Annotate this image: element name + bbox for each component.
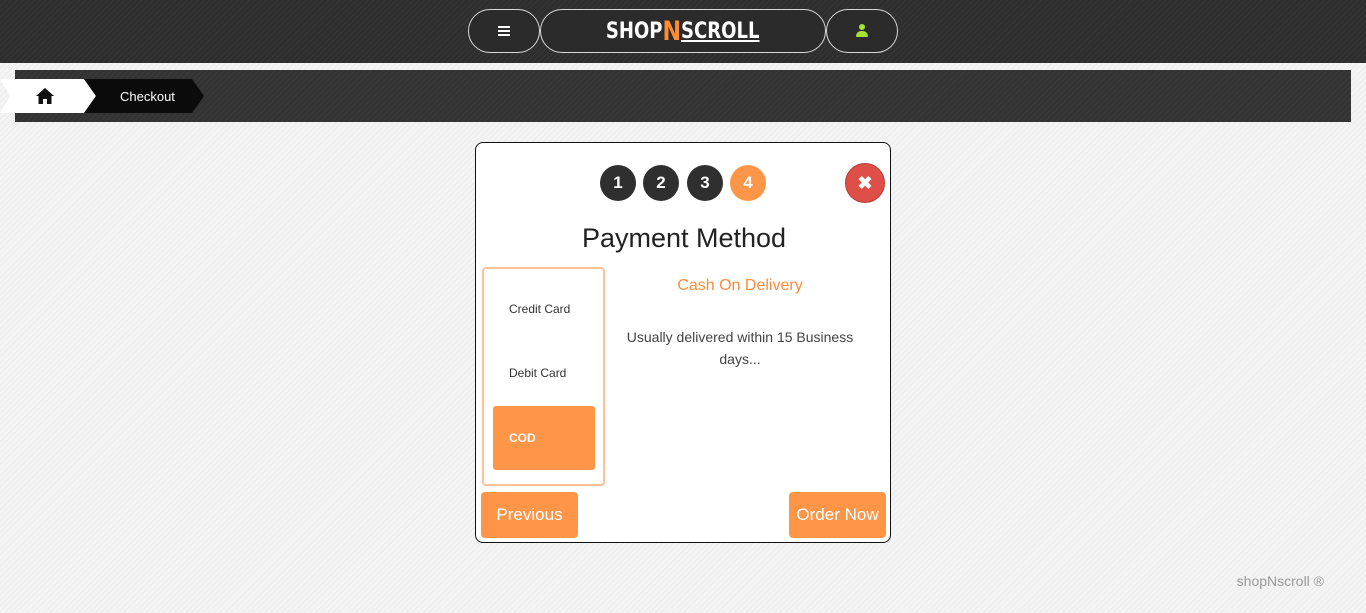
step-3[interactable]: 3: [687, 165, 723, 201]
breadcrumb-bar: [15, 70, 1351, 122]
checkout-modal: 1 2 3 4 ✖ Payment Method Credit Card Deb…: [475, 142, 891, 543]
payment-option-title: Cash On Delivery: [677, 277, 803, 294]
order-now-button[interactable]: Order Now: [789, 492, 886, 538]
hamburger-icon: [498, 26, 510, 36]
previous-button[interactable]: Previous: [481, 492, 578, 538]
top-navbar: SHOP N SCROLL: [0, 0, 1366, 63]
close-icon: ✖: [857, 172, 873, 193]
logo-text-shop: SHOP: [606, 18, 663, 44]
home-icon: [36, 88, 54, 104]
close-button[interactable]: ✖: [845, 163, 885, 203]
payment-option-debit-card[interactable]: Debit Card: [493, 341, 595, 405]
site-logo: SHOP N SCROLL: [606, 16, 760, 47]
logo-text-scroll: SCROLL: [681, 18, 760, 44]
logo-text-n: N: [662, 15, 682, 47]
payment-option-cod[interactable]: COD: [493, 406, 595, 470]
menu-button[interactable]: [468, 9, 540, 53]
footer-brand: shopNscroll ®: [1236, 573, 1324, 589]
payment-option-description: Usually delivered within 15 Business day…: [626, 329, 854, 367]
step-1[interactable]: 1: [600, 165, 636, 201]
step-4-active[interactable]: 4: [730, 165, 766, 201]
logo-link[interactable]: SHOP N SCROLL: [540, 9, 826, 53]
breadcrumb-current: Checkout: [84, 79, 204, 113]
breadcrumb-current-label: Checkout: [120, 88, 175, 104]
step-2[interactable]: 2: [643, 165, 679, 201]
payment-options-list: Credit Card Debit Card COD: [482, 267, 605, 486]
payment-option-credit-card[interactable]: Credit Card: [493, 277, 595, 341]
modal-title: Payment Method: [581, 223, 787, 253]
breadcrumb-home[interactable]: [0, 79, 96, 113]
user-account-button[interactable]: [826, 9, 898, 53]
user-icon: [855, 24, 869, 38]
